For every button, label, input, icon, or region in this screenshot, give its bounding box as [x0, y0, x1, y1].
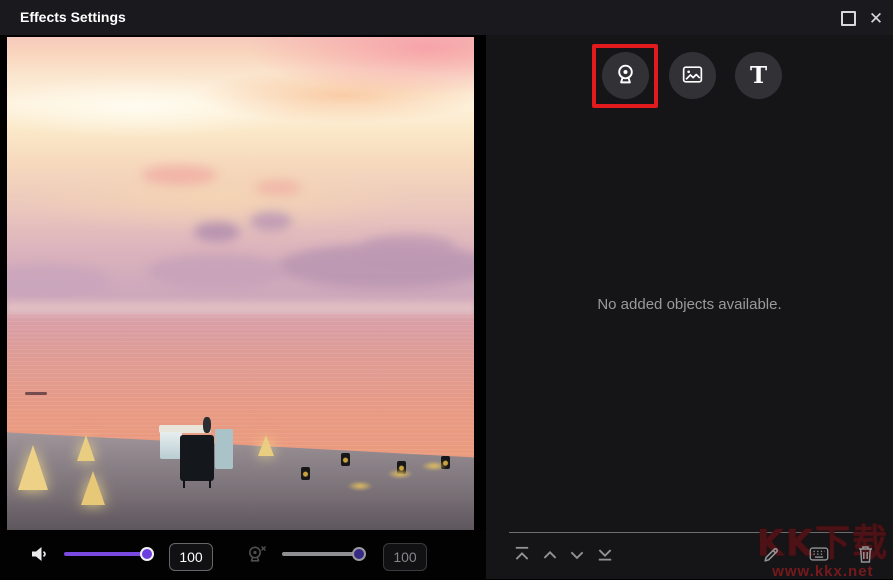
- webcam-volume-slider: [282, 547, 364, 561]
- webcam-volume-slider-thumb: [352, 547, 366, 561]
- beach-lantern: [77, 432, 95, 461]
- add-webcam-button[interactable]: [602, 52, 649, 99]
- move-down-icon: [568, 545, 586, 563]
- beach-lantern: [258, 432, 274, 456]
- add-image-button[interactable]: [669, 52, 716, 99]
- objects-panel: T No added objects available.: [486, 35, 893, 579]
- maximize-icon: [841, 11, 856, 26]
- move-to-top-icon: [513, 545, 531, 563]
- dinner-table: [157, 415, 252, 485]
- move-to-bottom-button[interactable]: [594, 543, 616, 565]
- move-down-button[interactable]: [566, 543, 588, 565]
- preview-section: 100 100: [0, 35, 486, 579]
- close-button[interactable]: ✕: [863, 5, 889, 31]
- webcam-muted-icon: [242, 540, 270, 568]
- video-volume-slider[interactable]: [64, 547, 152, 561]
- beach-lantern: [301, 467, 310, 480]
- keyboard-button[interactable]: [808, 543, 830, 565]
- window-title: Effects Settings: [20, 0, 126, 35]
- delete-icon: [856, 544, 875, 564]
- beach-lantern: [81, 468, 105, 505]
- image-icon: [680, 62, 705, 90]
- move-to-bottom-icon: [596, 545, 614, 563]
- maximize-button[interactable]: [835, 5, 861, 31]
- beach-lantern: [18, 442, 48, 490]
- video-preview: [7, 37, 474, 530]
- edit-icon: [762, 545, 781, 564]
- video-volume-value[interactable]: 100: [169, 543, 213, 571]
- empty-state-message: No added objects available.: [486, 296, 893, 313]
- video-volume-slider-thumb[interactable]: [140, 547, 154, 561]
- webcam-volume-value: 100: [383, 543, 427, 571]
- add-text-button[interactable]: T: [735, 52, 782, 99]
- preview-boat: [25, 392, 47, 395]
- audio-control-bar: 100 100: [0, 530, 486, 579]
- beach-lantern: [341, 453, 350, 466]
- toolbar-divider: [509, 532, 877, 533]
- edit-button[interactable]: [760, 543, 782, 565]
- move-up-button[interactable]: [539, 543, 561, 565]
- close-icon: ✕: [869, 10, 883, 27]
- move-up-icon: [541, 545, 559, 563]
- delete-button[interactable]: [854, 543, 876, 565]
- title-bar: Effects Settings ✕: [0, 0, 893, 35]
- speaker-icon: [27, 541, 53, 567]
- keyboard-icon: [808, 544, 830, 564]
- move-to-top-button[interactable]: [511, 543, 533, 565]
- watermark-url: www.kkx.net: [757, 564, 889, 579]
- text-icon: T: [750, 64, 767, 87]
- webcam-icon: [612, 61, 639, 91]
